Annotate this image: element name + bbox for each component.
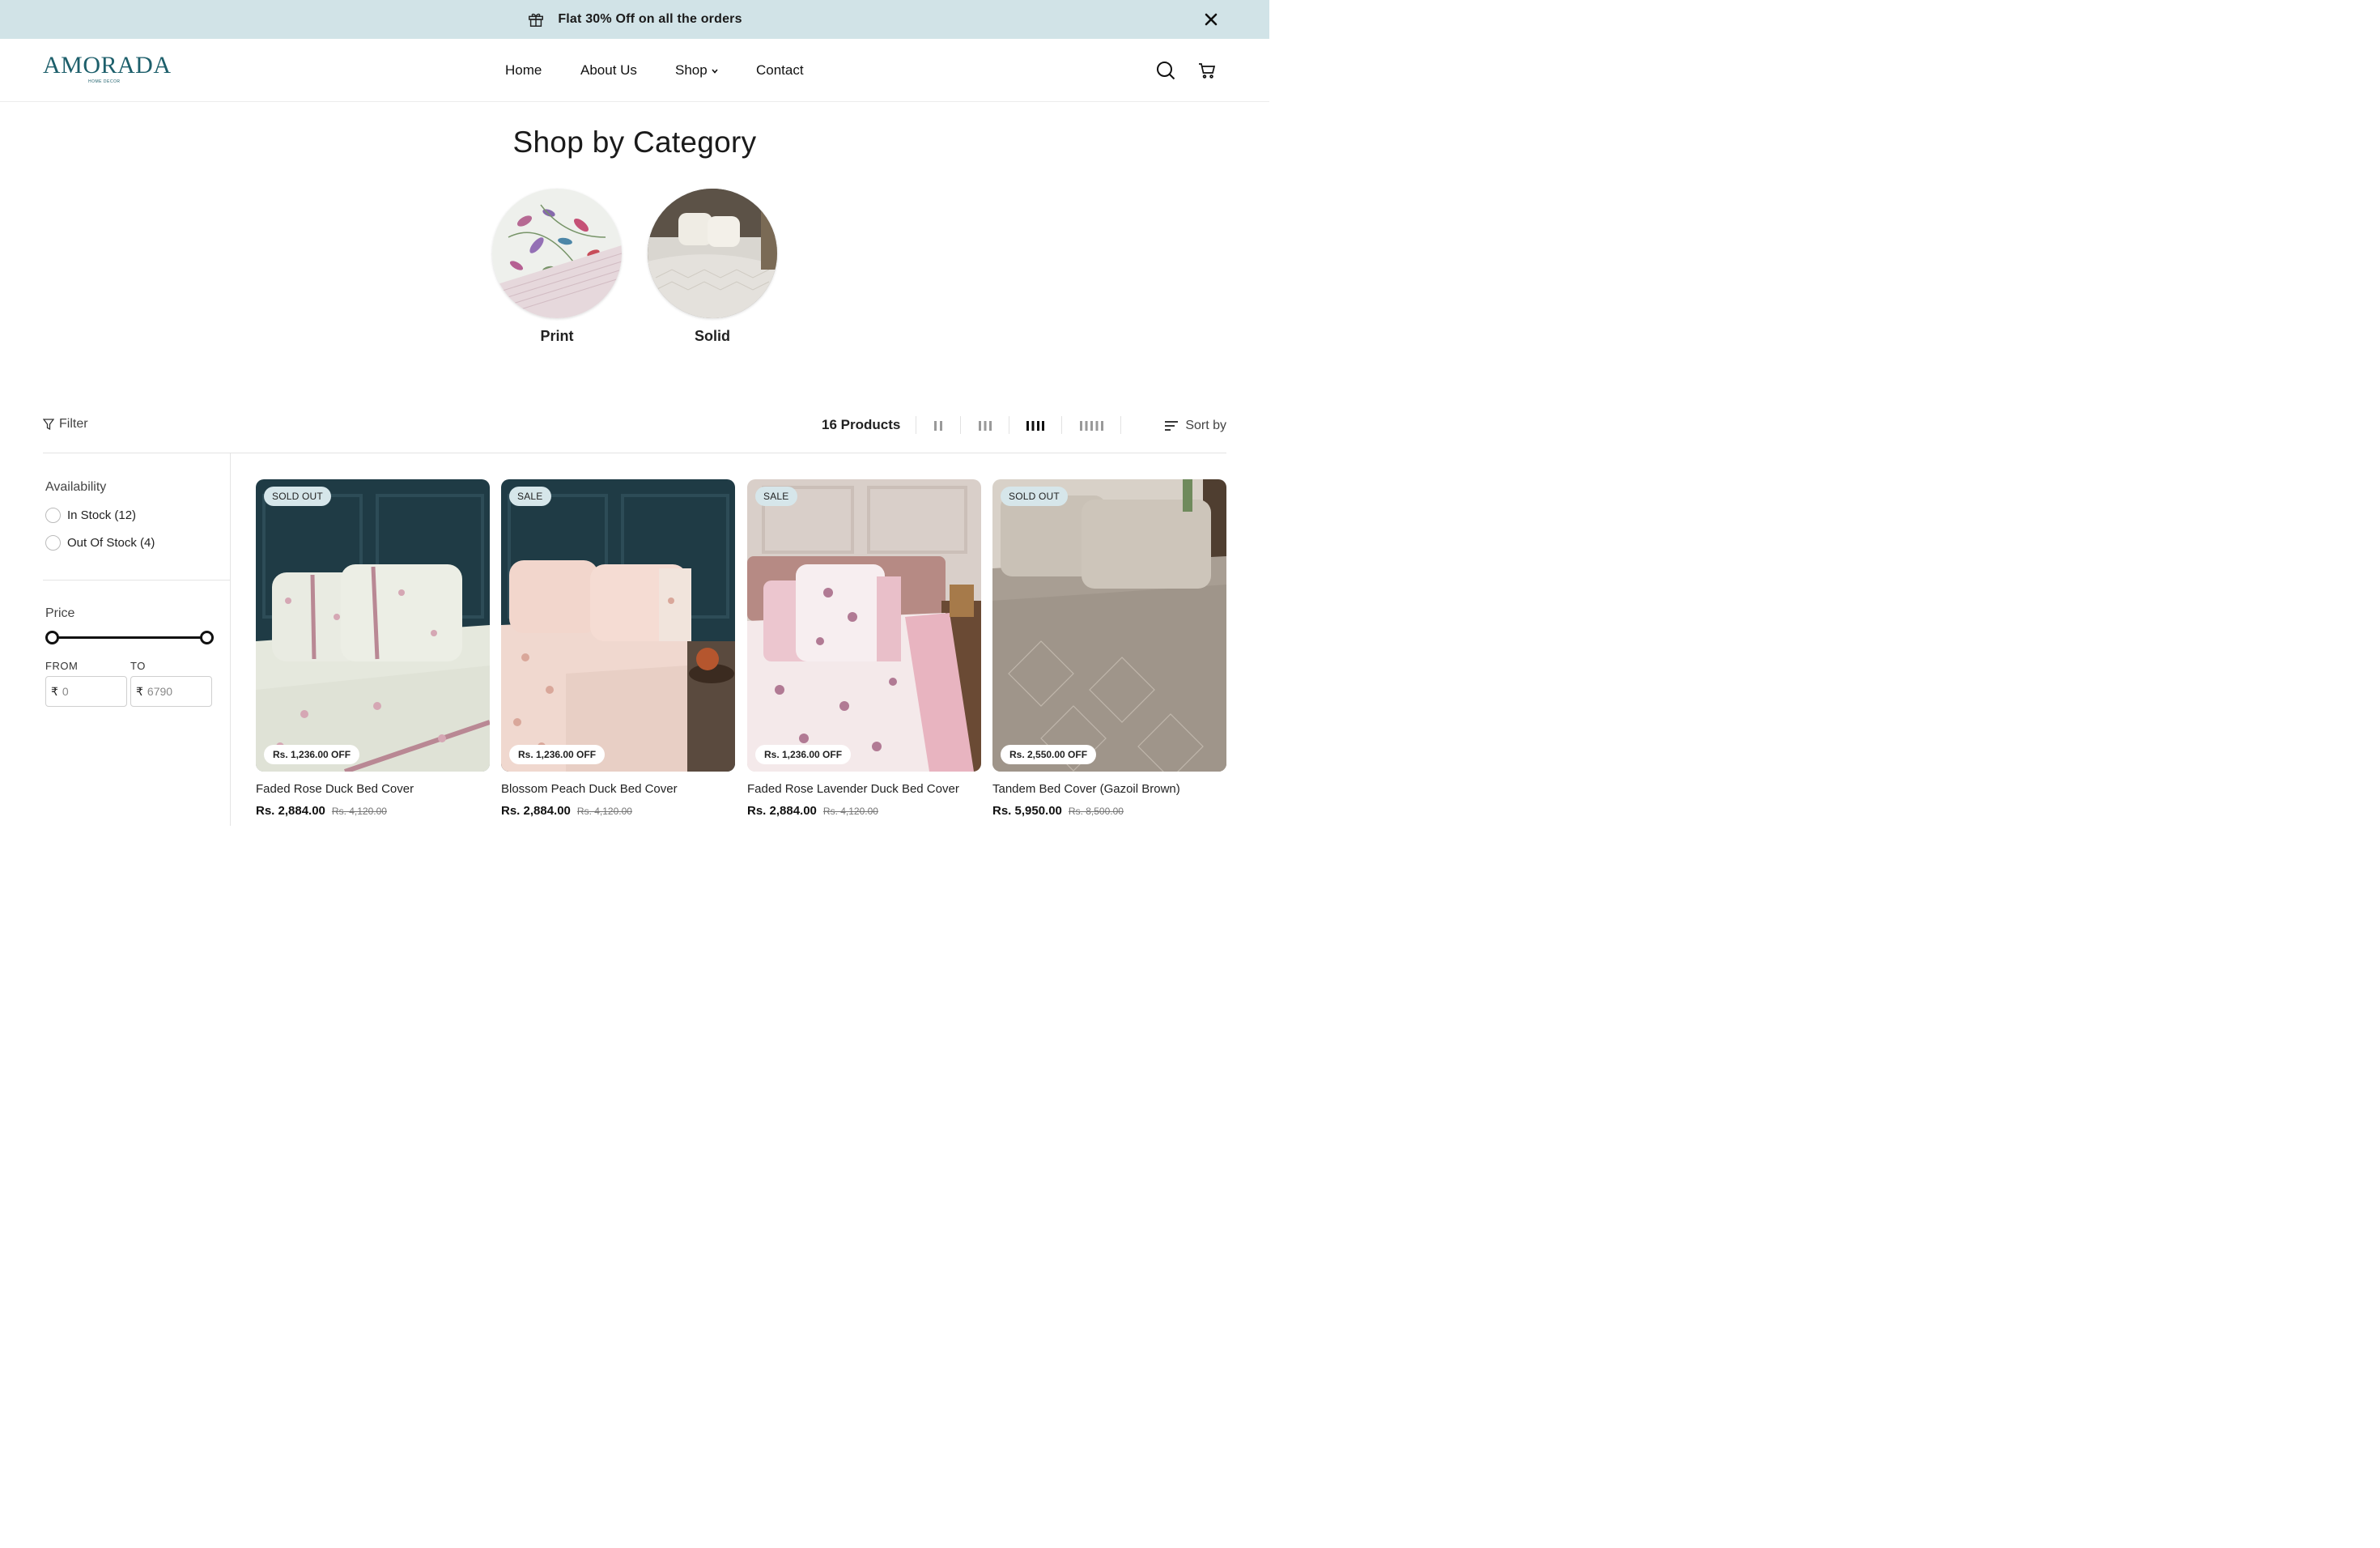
discount-badge: Rs. 1,236.00 OFF <box>755 745 852 764</box>
grid-2-columns-icon[interactable] <box>929 417 948 435</box>
announcement-text: Flat 30% Off on all the orders <box>558 12 742 26</box>
out-of-stock-label: Out Of Stock (4) <box>67 536 155 550</box>
product-price: Rs. 2,884.00 Rs. 4,120.00 <box>501 804 735 818</box>
sort-icon <box>1165 421 1179 431</box>
sort-by-button[interactable]: Sort by <box>1164 419 1226 433</box>
sale-price: Rs. 2,884.00 <box>501 804 571 818</box>
product-price: Rs. 5,950.00 Rs. 8,500.00 <box>992 804 1226 818</box>
product-price: Rs. 2,884.00 Rs. 4,120.00 <box>256 804 490 818</box>
filter-label: Filter <box>59 417 88 431</box>
collection-toolbar: Filter 16 Products Sort by <box>43 409 1226 453</box>
filter-button[interactable]: Filter <box>43 417 88 432</box>
grid-4-columns-icon[interactable] <box>1022 417 1048 435</box>
product-card[interactable]: SOLD OUT Rs. 2,550.00 OFF Tandem Bed Cov… <box>992 479 1226 818</box>
availability-heading: Availability <box>45 480 107 494</box>
availability-out-of-stock[interactable]: Out Of Stock (4) <box>45 535 155 551</box>
price-slider-max-handle[interactable] <box>200 631 214 644</box>
sold-out-badge: SOLD OUT <box>1001 487 1068 506</box>
product-image[interactable]: SOLD OUT Rs. 1,236.00 OFF <box>256 479 490 772</box>
discount-badge: Rs. 1,236.00 OFF <box>264 745 360 764</box>
chevron-down-icon <box>712 69 718 74</box>
search-icon[interactable] <box>1155 60 1176 81</box>
sale-badge: SALE <box>509 487 551 506</box>
category-solid[interactable]: Solid <box>648 189 777 345</box>
sale-price: Rs. 5,950.00 <box>992 804 1062 818</box>
nav-home[interactable]: Home <box>505 62 542 79</box>
category-solid-image[interactable] <box>648 189 777 318</box>
nav-contact[interactable]: Contact <box>756 62 804 79</box>
site-header: AMORADA HOME DECOR Home About Us Shop Co… <box>0 39 1269 102</box>
compare-price: Rs. 4,120.00 <box>822 806 878 817</box>
announcement-bar: Flat 30% Off on all the orders <box>0 0 1269 39</box>
cart-icon[interactable] <box>1196 60 1218 81</box>
close-icon[interactable] <box>1203 11 1219 28</box>
price-from-input[interactable]: ₹ 0 <box>45 676 127 707</box>
category-print-label: Print <box>540 328 574 344</box>
sale-badge: SALE <box>755 487 797 506</box>
price-to-value: 6790 <box>147 685 173 698</box>
grid-3-columns-icon[interactable] <box>974 417 997 435</box>
divider <box>1061 416 1062 434</box>
product-card[interactable]: SALE Rs. 1,236.00 OFF Blossom Peach Duck… <box>501 479 735 818</box>
sale-price: Rs. 2,884.00 <box>256 804 325 818</box>
logo-text: AMORADA <box>43 52 172 79</box>
product-image[interactable]: SALE Rs. 1,236.00 OFF <box>747 479 981 772</box>
brand-logo[interactable]: AMORADA HOME DECOR <box>43 52 172 86</box>
divider <box>1120 416 1121 434</box>
product-title[interactable]: Blossom Peach Duck Bed Cover <box>501 782 735 796</box>
nav-shop-label: Shop <box>675 62 708 78</box>
sold-out-badge: SOLD OUT <box>264 487 331 506</box>
price-to-label: TO <box>130 660 146 672</box>
compare-price: Rs. 4,120.00 <box>576 806 632 817</box>
price-slider-min-handle[interactable] <box>45 631 59 644</box>
category-solid-label: Solid <box>695 328 730 344</box>
gift-icon <box>529 13 544 27</box>
category-print[interactable]: Print <box>492 189 622 345</box>
product-title[interactable]: Faded Rose Lavender Duck Bed Cover <box>747 782 981 796</box>
compare-price: Rs. 8,500.00 <box>1068 806 1124 817</box>
in-stock-label: In Stock (12) <box>67 508 137 522</box>
product-image[interactable]: SALE Rs. 1,236.00 OFF <box>501 479 735 772</box>
compare-price: Rs. 4,120.00 <box>331 806 387 817</box>
product-count: 16 Products <box>822 417 901 432</box>
radio-in-stock[interactable] <box>45 508 61 523</box>
nav-shop[interactable]: Shop <box>675 62 719 79</box>
logo-subtext: HOME DECOR <box>88 79 121 84</box>
product-title[interactable]: Faded Rose Duck Bed Cover <box>256 782 490 796</box>
category-print-image[interactable] <box>492 189 622 318</box>
availability-in-stock[interactable]: In Stock (12) <box>45 508 136 523</box>
price-slider-track[interactable] <box>51 636 208 639</box>
sort-by-label: Sort by <box>1185 419 1226 432</box>
price-heading: Price <box>45 606 75 620</box>
category-section-title: Shop by Category <box>512 125 757 159</box>
product-card[interactable]: SOLD OUT Rs. 1,236.00 OFF Faded Rose Duc… <box>256 479 490 818</box>
radio-out-of-stock[interactable] <box>45 535 61 551</box>
discount-badge: Rs. 2,550.00 OFF <box>1001 745 1097 764</box>
price-to-input[interactable]: ₹ 6790 <box>130 676 212 707</box>
price-from-label: FROM <box>45 660 79 672</box>
grid-5-columns-icon[interactable] <box>1076 417 1107 435</box>
rupee-symbol: ₹ <box>51 684 58 698</box>
divider <box>960 416 961 434</box>
product-card[interactable]: SALE Rs. 1,236.00 OFF Faded Rose Lavende… <box>747 479 981 818</box>
filter-sidebar: Availability In Stock (12) Out Of Stock … <box>43 453 231 826</box>
product-image[interactable]: SOLD OUT Rs. 2,550.00 OFF <box>992 479 1226 772</box>
rupee-symbol: ₹ <box>136 684 143 698</box>
discount-badge: Rs. 1,236.00 OFF <box>509 745 606 764</box>
filter-icon <box>43 419 54 430</box>
sale-price: Rs. 2,884.00 <box>747 804 817 818</box>
product-title[interactable]: Tandem Bed Cover (Gazoil Brown) <box>992 782 1226 796</box>
product-price: Rs. 2,884.00 Rs. 4,120.00 <box>747 804 981 818</box>
price-from-value: 0 <box>62 685 69 698</box>
nav-about-us[interactable]: About Us <box>580 62 637 79</box>
